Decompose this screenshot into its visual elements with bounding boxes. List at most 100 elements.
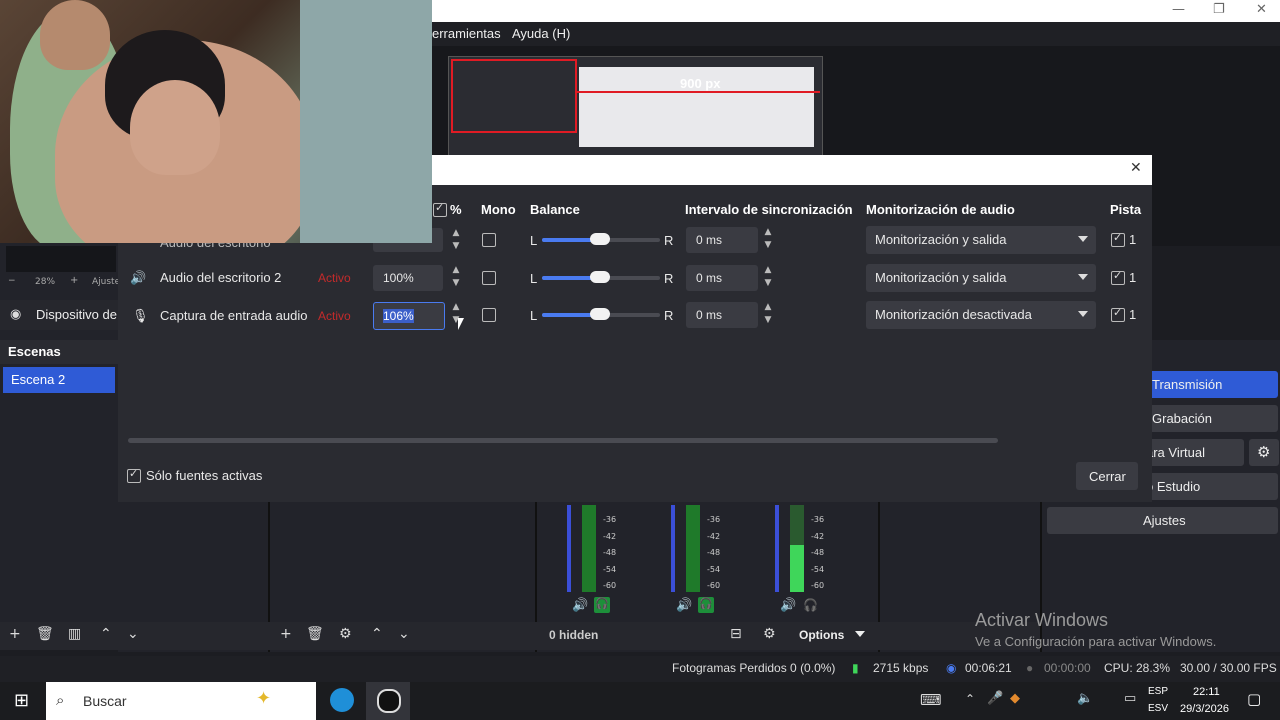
edge-browser-icon[interactable]	[330, 688, 354, 712]
menu-tools[interactable]: erramientas	[432, 26, 501, 41]
speaker-icon[interactable]: 🔊	[572, 598, 588, 613]
network-tray-icon[interactable]: ▭	[1124, 691, 1136, 706]
balance-slider[interactable]	[542, 271, 660, 283]
filter-icon[interactable]: ▥	[68, 626, 81, 642]
balance-left-label: L	[530, 233, 538, 248]
close-dialog-icon[interactable]: ✕	[1130, 160, 1142, 176]
col-mono: Mono	[481, 202, 516, 217]
meter-bar	[567, 505, 571, 592]
studio-mode-button[interactable]: o Estudio	[1142, 473, 1278, 500]
headphones-icon[interactable]: 🎧	[698, 597, 714, 613]
language-code[interactable]: ESP	[1148, 686, 1168, 697]
balance-slider[interactable]	[542, 233, 660, 245]
search-icon: ⌕	[56, 691, 65, 709]
source-name: Captura de entrada audio	[160, 308, 308, 323]
windows-start-icon[interactable]: ⊞	[14, 690, 29, 711]
only-active-checkbox[interactable]	[127, 467, 141, 483]
down-arrow-icon[interactable]: ⌄	[127, 626, 139, 642]
taskbar-search[interactable]: ⌕ Buscar ✦	[46, 682, 316, 720]
add-source-icon[interactable]: +	[280, 626, 292, 642]
close-label: Cerrar	[1089, 469, 1126, 484]
balance-left-label: L	[530, 308, 538, 323]
gear-icon[interactable]: ⚙	[339, 626, 352, 642]
tray-app-icon[interactable]: ◆	[1010, 691, 1020, 706]
track-checkbox[interactable]	[1111, 306, 1125, 322]
start-stream-button[interactable]: Transmisión	[1142, 371, 1278, 398]
col-tracks: Pista	[1110, 202, 1142, 217]
maximize-icon[interactable]: ❐	[1213, 2, 1225, 17]
mono-checkbox[interactable]	[482, 271, 496, 285]
mono-checkbox[interactable]	[482, 308, 496, 322]
up-arrow-icon[interactable]: ⌃	[371, 626, 383, 642]
menu-help[interactable]: Ayuda (H)	[512, 26, 570, 41]
layout-icon[interactable]: ⊟	[730, 626, 742, 642]
keyboard-layout[interactable]: ESV	[1148, 703, 1168, 714]
volume-field[interactable]: 106%	[373, 302, 445, 330]
close-window-icon[interactable]: ✕	[1256, 2, 1267, 17]
speaker-icon[interactable]: 🔊	[676, 598, 692, 613]
volume-tray-icon[interactable]: 🔈	[1077, 691, 1093, 706]
headphones-icon[interactable]: 🎧	[594, 597, 610, 613]
person-face	[130, 80, 220, 175]
remove-source-icon[interactable]: 🗑	[306, 626, 324, 642]
col-balance: Balance	[530, 202, 580, 217]
record-time: 00:00:00	[1044, 661, 1091, 675]
track-checkbox[interactable]	[1111, 231, 1125, 247]
sync-offset-field[interactable]: 0 ms	[686, 265, 758, 291]
notification-icon[interactable]: ▢	[1247, 690, 1261, 708]
sync-spinner[interactable]: ▲ ▼	[760, 226, 776, 256]
volume-spinner[interactable]: ▲ ▼	[448, 264, 464, 294]
fps: 30.00 / 30.00 FPS	[1180, 661, 1277, 675]
headphones-off-icon[interactable]: 🎧	[803, 598, 818, 612]
person-face	[40, 0, 110, 70]
zoom-plus-icon[interactable]: +	[70, 275, 78, 286]
monitoring-select[interactable]: Monitorización y salida	[866, 264, 1096, 292]
close-button[interactable]: Cerrar	[1076, 462, 1138, 490]
settings-button[interactable]: Ajustes	[1047, 507, 1278, 534]
percent-checkbox[interactable]	[433, 201, 447, 217]
track-checkbox[interactable]	[1111, 269, 1125, 285]
stream-icon: ◉	[946, 661, 957, 675]
signal-icon: ▮	[852, 661, 859, 675]
remove-scene-icon[interactable]: 🗑	[36, 626, 54, 642]
microphone-icon: 🎙	[132, 308, 149, 323]
up-arrow-icon[interactable]: ⌃	[100, 626, 112, 642]
mono-checkbox[interactable]	[482, 233, 496, 247]
volume-spinner[interactable]: ▲ ▼	[448, 227, 464, 257]
balance-left-label: L	[530, 271, 538, 286]
meter-bar	[582, 505, 596, 592]
down-arrow-icon[interactable]: ⌄	[398, 626, 410, 642]
sync-offset-field[interactable]: 0 ms	[686, 302, 758, 328]
minimize-icon[interactable]: —	[1172, 2, 1185, 17]
zoom-level: 28%	[35, 277, 56, 287]
balance-slider[interactable]	[542, 308, 660, 320]
horizontal-scrollbar[interactable]	[128, 438, 998, 443]
status-badge: Activo	[318, 309, 351, 323]
speaker-icon[interactable]: 🔊	[780, 598, 796, 613]
monitoring-select[interactable]: Monitorización desactivada	[866, 301, 1096, 329]
volume-field[interactable]: 100%	[373, 265, 443, 291]
microphone-tray-icon[interactable]: 🎤	[987, 691, 1003, 706]
fit-adjust[interactable]: Ajuste	[92, 277, 120, 287]
meter-bar	[775, 505, 779, 592]
virtual-cam-button[interactable]: ara Virtual	[1142, 439, 1244, 466]
chevron-up-icon[interactable]: ⌃	[965, 692, 975, 706]
record-button[interactable]: Grabación	[1142, 405, 1278, 432]
sync-spinner[interactable]: ▲ ▼	[760, 301, 776, 331]
scene-item[interactable]: Escena 2	[3, 367, 115, 393]
clock-time[interactable]: 22:11	[1193, 686, 1220, 698]
clock-date[interactable]: 29/3/2026	[1180, 703, 1229, 715]
sync-offset-field[interactable]: 0 ms	[686, 227, 758, 253]
zoom-minus-icon[interactable]: −	[8, 276, 16, 286]
virtual-cam-settings-button[interactable]: ⚙	[1249, 439, 1279, 466]
options-button[interactable]: Options	[799, 628, 844, 642]
track-number: 1	[1129, 232, 1137, 247]
preview-thumbnail[interactable]	[448, 56, 823, 158]
meter-bar	[686, 505, 700, 592]
keyboard-icon[interactable]: ⌨	[920, 691, 942, 709]
add-scene-icon[interactable]: +	[9, 626, 21, 642]
monitoring-select[interactable]: Monitorización y salida	[866, 226, 1096, 254]
speaker-icon: 🔊	[130, 270, 147, 285]
sync-spinner[interactable]: ▲ ▼	[760, 264, 776, 294]
advanced-audio-icon[interactable]: ⚙	[763, 626, 776, 642]
